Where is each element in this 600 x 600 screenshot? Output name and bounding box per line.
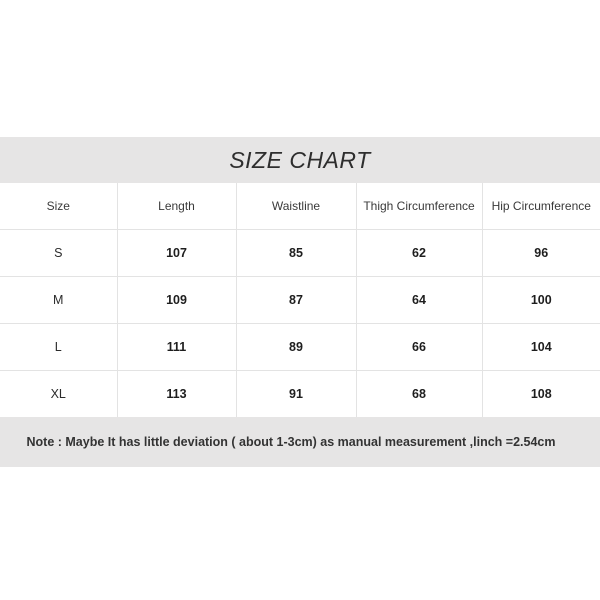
column-header-length: Length [117,183,237,230]
cell-waistline: 91 [236,370,357,417]
cell-waistline: 89 [236,323,357,371]
cell-length: 111 [117,323,237,371]
cell-size: S [0,229,118,277]
column-header-thigh-circumference: Thigh Circumference [356,183,483,230]
table-row: L 111 89 66 104 [0,323,600,371]
cell-waistline: 87 [236,276,357,324]
cell-length: 113 [117,370,237,417]
measurement-note: Note : Maybe It has little deviation ( a… [26,435,556,449]
cell-hip: 100 [482,276,600,324]
size-chart-block: SIZE CHART Size Length Waistline Thigh C… [0,137,600,467]
table-row: S 107 85 62 96 [0,229,600,277]
cell-size: M [0,276,118,324]
table-header-row: Size Length Waistline Thigh Circumferenc… [0,183,600,230]
cell-thigh: 68 [356,370,483,417]
cell-waistline: 85 [236,229,357,277]
note-band: Note : Maybe It has little deviation ( a… [0,417,600,467]
cell-hip: 104 [482,323,600,371]
column-header-hip-circumference: Hip Circumference [482,183,600,230]
cell-size: XL [0,370,118,417]
cell-thigh: 66 [356,323,483,371]
table-row: XL 113 91 68 108 [0,370,600,417]
size-chart-page: SIZE CHART Size Length Waistline Thigh C… [0,0,600,600]
column-header-size: Size [0,183,118,230]
cell-hip: 96 [482,229,600,277]
cell-length: 107 [117,229,237,277]
size-table: Size Length Waistline Thigh Circumferenc… [0,183,600,417]
cell-thigh: 64 [356,276,483,324]
cell-length: 109 [117,276,237,324]
cell-size: L [0,323,118,371]
table-row: M 109 87 64 100 [0,276,600,324]
page-title: SIZE CHART [229,146,371,173]
cell-hip: 108 [482,370,600,417]
column-header-waistline: Waistline [236,183,357,230]
cell-thigh: 62 [356,229,483,277]
title-band: SIZE CHART [0,137,600,183]
